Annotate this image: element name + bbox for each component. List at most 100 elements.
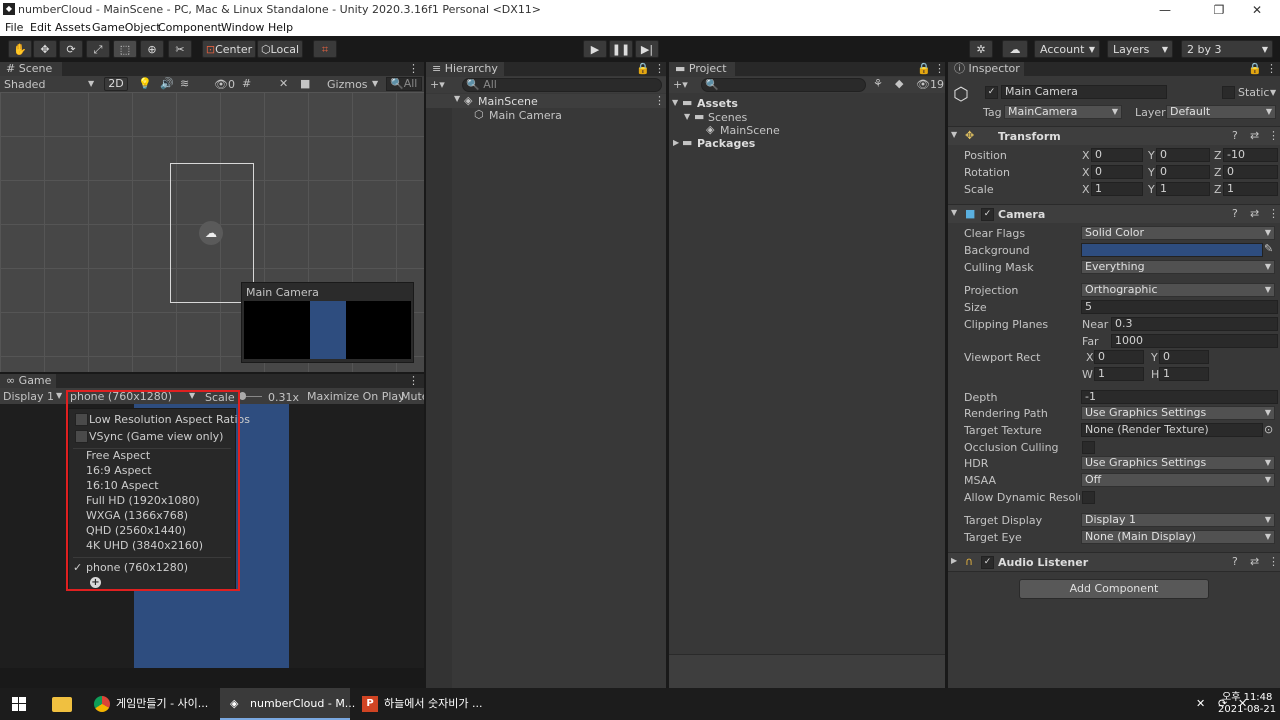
projection-dropdown[interactable]: Orthographic ▼ xyxy=(1081,283,1275,297)
layer-dropdown[interactable]: Default ▼ xyxy=(1166,105,1276,119)
audio-preset-icon[interactable]: ⇄ xyxy=(1250,555,1259,568)
taskbar-clock-time[interactable]: 오후 11:48 xyxy=(1222,688,1272,703)
taskbar-item-browser[interactable]: 게임만들기 - 사이... xyxy=(86,688,214,720)
hdr-dropdown[interactable]: Use Graphics Settings ▼ xyxy=(1081,456,1275,470)
play-button[interactable]: ▶ xyxy=(583,40,607,58)
pivot-local-button[interactable]: ⬡Local xyxy=(257,40,303,58)
transform-header[interactable]: ▼ ✥ Transform ? ⇄ ⋮ xyxy=(948,126,1280,145)
layout-dropdown[interactable]: 2 by 3 ▼ xyxy=(1181,40,1273,58)
audio-listener-checkbox[interactable]: ✓ xyxy=(981,556,994,569)
camera-header[interactable]: ▼ ■ ✓ Camera ? ⇄ ⋮ xyxy=(948,204,1280,223)
effects-icon[interactable]: ≋ xyxy=(180,77,189,90)
scale-slider-handle[interactable] xyxy=(239,392,246,400)
pivot-center-button[interactable]: ⊡Center xyxy=(202,40,256,58)
game-panel-menu-icon[interactable]: ⋮ xyxy=(408,374,419,387)
gizmos-dropdown[interactable]: Gizmos xyxy=(327,78,368,91)
transform-arrow-icon[interactable]: ▼ xyxy=(951,130,957,139)
lighting-icon[interactable]: 💡 xyxy=(138,77,152,90)
inspector-menu-icon[interactable]: ⋮ xyxy=(1266,62,1277,75)
dynamic-resolution-checkbox[interactable] xyxy=(1082,491,1095,504)
file-explorer-icon[interactable] xyxy=(52,697,72,712)
filter-label-icon[interactable]: ◆ xyxy=(895,77,903,90)
folder-assets[interactable]: Assets xyxy=(697,97,738,110)
menu-component[interactable]: Component xyxy=(158,21,222,34)
rendering-path-dropdown[interactable]: Use Graphics Settings ▼ xyxy=(1081,406,1275,420)
object-picker-icon[interactable]: ⊙ xyxy=(1264,423,1273,436)
camera-gizmo-icon[interactable]: ☁ xyxy=(199,221,223,245)
viewport-w-field[interactable]: 1 xyxy=(1094,367,1144,381)
scale-x-field[interactable]: 1 xyxy=(1091,182,1143,196)
camera-arrow-icon[interactable]: ▼ xyxy=(951,208,957,217)
file-mainscene[interactable]: MainScene xyxy=(720,124,780,137)
menu-edit[interactable]: Edit xyxy=(30,21,51,34)
tab-scene[interactable]: # Scene xyxy=(0,62,62,76)
cloud-icon[interactable]: ☁ xyxy=(1002,40,1028,58)
scale-y-field[interactable]: 1 xyxy=(1156,182,1210,196)
component-menu-icon[interactable]: ⋮ xyxy=(1268,129,1279,142)
tools-icon[interactable]: ✕ xyxy=(279,77,288,90)
menu-help[interactable]: Help xyxy=(268,21,293,34)
folder-packages[interactable]: Packages xyxy=(697,137,755,150)
panel-menu-icon[interactable]: ⋮ xyxy=(408,62,419,75)
rotation-x-field[interactable]: 0 xyxy=(1091,165,1143,179)
move-tool-icon[interactable]: ✥ xyxy=(33,40,57,58)
create-icon[interactable]: +▾ xyxy=(430,78,445,91)
taskbar-item-powerpoint[interactable]: P 하늘에서 숫자비가 ... xyxy=(354,688,482,720)
expand-arrow-icon[interactable]: ▼ xyxy=(454,94,460,103)
project-lock-icon[interactable]: 🔒 xyxy=(917,62,931,75)
grid-icon[interactable]: # xyxy=(242,77,251,90)
hidden-packages-count[interactable]: 👁19 xyxy=(916,78,944,91)
rect-tool-icon[interactable]: ⬚ xyxy=(113,40,137,58)
viewport-y-field[interactable]: 0 xyxy=(1159,350,1209,364)
far-field[interactable]: 1000 xyxy=(1111,334,1278,348)
active-checkbox[interactable]: ✓ xyxy=(985,86,998,99)
mute-audio-button[interactable]: Mute xyxy=(401,390,424,403)
rotation-y-field[interactable]: 0 xyxy=(1156,165,1210,179)
viewport-x-field[interactable]: 0 xyxy=(1094,350,1144,364)
display-dropdown[interactable]: Display 1 xyxy=(3,390,54,403)
target-eye-dropdown[interactable]: None (Main Display) ▼ xyxy=(1081,530,1275,544)
close-button[interactable]: ✕ xyxy=(1234,0,1280,20)
scene-search-input[interactable]: 🔍All xyxy=(386,77,422,91)
shading-mode-dropdown[interactable]: Shaded xyxy=(4,78,45,91)
hierarchy-row-main-camera[interactable]: ⬡ Main Camera xyxy=(426,108,666,122)
menu-window[interactable]: Window xyxy=(221,21,264,34)
msaa-dropdown[interactable]: Off ▼ xyxy=(1081,473,1275,487)
transform-tool-icon[interactable]: ⊕ xyxy=(140,40,164,58)
clear-flags-dropdown[interactable]: Solid Color ▼ xyxy=(1081,226,1275,240)
static-label[interactable]: Static xyxy=(1238,86,1269,99)
taskbar-clock-date[interactable]: 2021-08-21 xyxy=(1218,704,1276,715)
scenes-arrow-icon[interactable]: ▼ xyxy=(684,112,690,121)
hidden-objects-count[interactable]: 👁0 xyxy=(214,78,235,91)
position-y-field[interactable]: 0 xyxy=(1156,148,1210,162)
snap-increment-icon[interactable]: ⌗ xyxy=(313,40,337,58)
minimize-button[interactable]: — xyxy=(1142,0,1188,20)
audio-icon[interactable]: 🔊 xyxy=(160,77,174,90)
project-menu-icon[interactable]: ⋮ xyxy=(934,62,945,75)
depth-field[interactable]: -1 xyxy=(1081,390,1278,404)
menu-gameobject[interactable]: GameObject xyxy=(92,21,161,34)
assets-arrow-icon[interactable]: ▼ xyxy=(672,98,678,107)
pause-button[interactable]: ❚❚ xyxy=(609,40,633,58)
background-color-swatch[interactable] xyxy=(1081,243,1263,257)
project-create-icon[interactable]: +▾ xyxy=(673,78,688,91)
step-button[interactable]: ▶| xyxy=(635,40,659,58)
audio-listener-arrow-icon[interactable]: ▶ xyxy=(951,556,957,565)
maximize-on-play-button[interactable]: Maximize On Play xyxy=(307,390,405,403)
rotate-tool-icon[interactable]: ⟳ xyxy=(59,40,83,58)
viewport-h-field[interactable]: 1 xyxy=(1159,367,1209,381)
filter-type-icon[interactable]: ⚘ xyxy=(873,77,883,90)
camera-preset-icon[interactable]: ⇄ xyxy=(1250,207,1259,220)
size-field[interactable]: 5 xyxy=(1081,300,1278,314)
project-search-input[interactable]: 🔍 xyxy=(701,78,866,92)
2d-toggle-button[interactable]: 2D xyxy=(104,77,128,91)
hierarchy-row-scene[interactable]: ▼ ◈ MainScene ⋮ xyxy=(426,94,666,108)
tag-dropdown[interactable]: MainCamera ▼ xyxy=(1004,105,1122,119)
audio-help-icon[interactable]: ? xyxy=(1232,555,1238,568)
inspector-lock-icon[interactable]: 🔒 xyxy=(1248,62,1262,75)
occlusion-culling-checkbox[interactable] xyxy=(1082,441,1095,454)
packages-arrow-icon[interactable]: ▶ xyxy=(673,138,679,147)
hierarchy-menu-icon[interactable]: ⋮ xyxy=(654,62,665,75)
static-arrow-icon[interactable]: ▼ xyxy=(1270,88,1276,97)
audio-menu-icon[interactable]: ⋮ xyxy=(1268,555,1279,568)
